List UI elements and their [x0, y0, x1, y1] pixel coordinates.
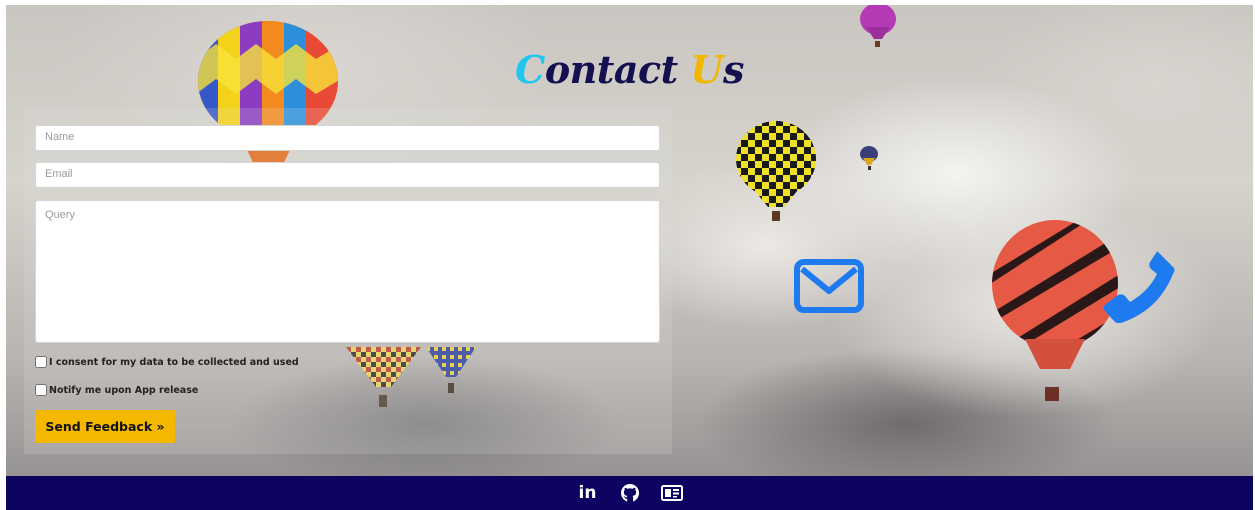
title-end: s [723, 47, 744, 92]
consent-row: I consent for my data to be collected an… [35, 356, 299, 368]
balloon-yellow-check-image [736, 121, 816, 221]
github-icon[interactable] [619, 482, 641, 504]
linkedin-icon[interactable]: in [577, 482, 599, 504]
envelope-icon[interactable] [794, 259, 864, 313]
email-field[interactable] [35, 162, 660, 188]
balloon-pink-image [860, 5, 896, 47]
contact-card-icon[interactable] [660, 482, 683, 504]
send-feedback-button[interactable]: Send Feedback » [35, 410, 175, 443]
linkedin-text: in [578, 483, 597, 503]
query-textarea[interactable] [35, 200, 660, 343]
name-field[interactable] [35, 125, 660, 151]
footer-bar: in [6, 476, 1253, 510]
title-first-letter: C [515, 47, 545, 92]
consent-label[interactable]: I consent for my data to be collected an… [49, 357, 299, 368]
notify-checkbox[interactable] [35, 384, 47, 396]
phone-icon[interactable] [1101, 249, 1175, 323]
title-second-letter: U [690, 47, 724, 92]
title-middle: ontact [544, 47, 691, 92]
consent-checkbox[interactable] [35, 356, 47, 368]
notify-row: Notify me upon App release [35, 384, 198, 396]
balloon-small-image [860, 146, 878, 170]
notify-label[interactable]: Notify me upon App release [49, 385, 198, 396]
page-title: Contact Us [6, 47, 1253, 92]
